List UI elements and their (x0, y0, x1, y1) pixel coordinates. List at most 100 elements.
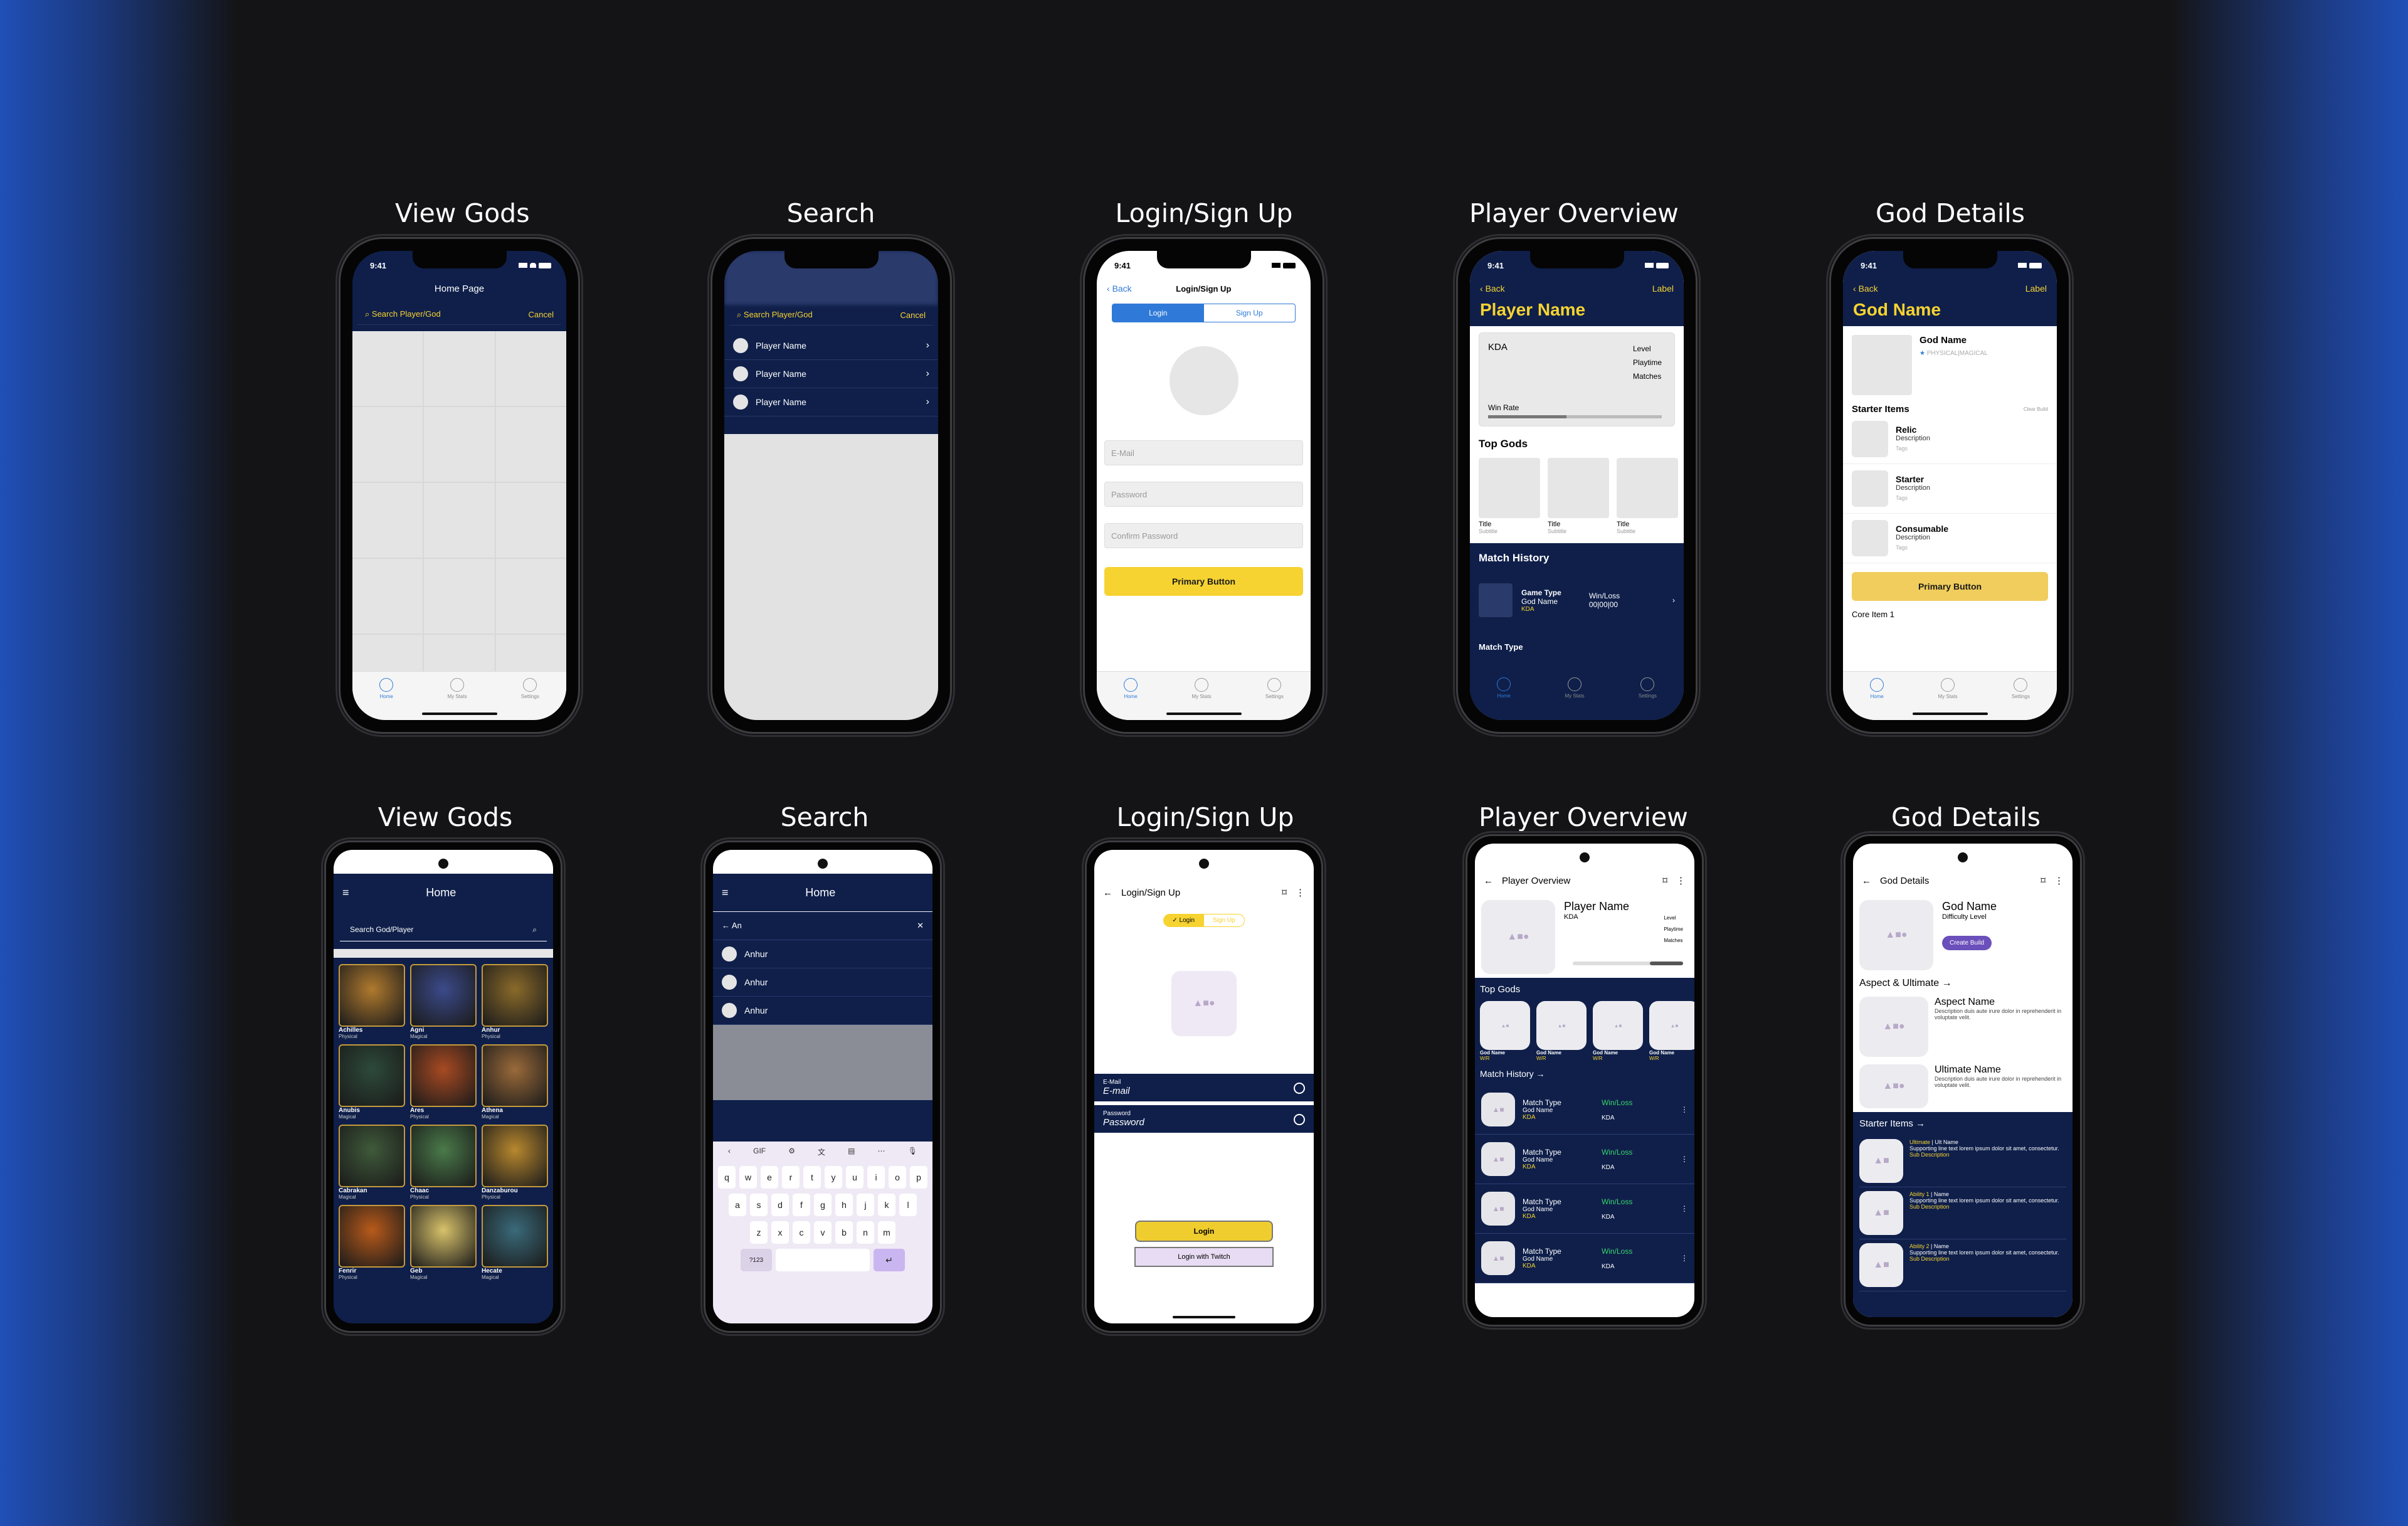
hero-card[interactable]: Cabrakan Magical (339, 1125, 405, 1200)
god-tile[interactable] (424, 559, 495, 633)
key[interactable]: c (793, 1221, 810, 1244)
starter-heading[interactable]: Starter Items → (1859, 1118, 2066, 1129)
search-result[interactable]: Player Name › (724, 332, 938, 360)
ability-row[interactable]: ▲■ Ability 2 | Name Supporting line text l… (1859, 1239, 2066, 1291)
back-arrow-icon[interactable]: ← (722, 921, 730, 930)
key[interactable]: j (857, 1194, 874, 1216)
clipboard-icon[interactable]: ▤ (848, 1147, 855, 1157)
item-row[interactable]: Starter Description Tags (1843, 464, 2057, 514)
item-row[interactable]: Consumable Description Tags (1843, 514, 2057, 563)
key[interactable]: l (899, 1194, 917, 1216)
cancel-button[interactable]: Cancel (529, 310, 554, 319)
god-tile[interactable] (352, 483, 423, 558)
top-god-card[interactable]: ▲■ God Name W/R (1593, 1001, 1643, 1061)
key[interactable]: e (761, 1166, 778, 1189)
aspect-item[interactable]: ▲■● Aspect Name Description duis aute irur… (1853, 993, 2073, 1061)
god-tile[interactable] (495, 483, 566, 558)
search-bar[interactable]: ⌕ Search Player/God Cancel (357, 304, 561, 325)
chevron-left-icon[interactable]: ‹ (728, 1147, 731, 1157)
bookmark-icon[interactable]: ⌑ (1662, 875, 1667, 886)
key[interactable]: x (771, 1221, 789, 1244)
god-tile[interactable] (352, 559, 423, 633)
primary-button[interactable]: Primary Button (1852, 572, 2048, 601)
key[interactable]: m (878, 1221, 895, 1244)
mic-icon[interactable]: 🎙 (908, 1147, 917, 1157)
email-field[interactable]: E-Mail (1104, 440, 1303, 465)
translate-icon[interactable]: 文 (818, 1147, 825, 1157)
god-tile[interactable] (352, 407, 423, 482)
match-row[interactable]: ▲■ Match Type God Name KDA Win/Loss KDA ⋮ (1475, 1085, 1694, 1135)
key[interactable]: v (814, 1221, 832, 1244)
toggle-login[interactable]: ✓ Login (1163, 914, 1204, 927)
key[interactable]: w (739, 1166, 757, 1189)
key[interactable]: f (793, 1194, 810, 1216)
more-icon[interactable]: ⋮ (1681, 1155, 1688, 1163)
clear-icon[interactable] (1294, 1083, 1305, 1094)
label-button[interactable]: Label (1652, 283, 1674, 294)
match-row[interactable]: ▲■ Match Type God Name KDA Win/Loss KDA ⋮ (1475, 1234, 1694, 1283)
key[interactable]: t (803, 1166, 821, 1189)
back-button[interactable]: ‹ Back (1480, 283, 1505, 294)
hero-card[interactable]: Hecate Magical (482, 1205, 548, 1280)
password-field[interactable]: Password Password (1094, 1105, 1314, 1133)
back-button[interactable]: ‹ Back (1853, 283, 1878, 294)
key[interactable]: g (814, 1194, 832, 1216)
tab-settings[interactable]: Settings (521, 678, 539, 699)
tab-my-stats[interactable]: My Stats (1565, 677, 1585, 699)
bookmark-icon[interactable]: ⌑ (1282, 887, 1287, 898)
back-arrow-icon[interactable]: ← (1103, 888, 1112, 898)
key[interactable]: d (771, 1194, 789, 1216)
more-icon[interactable]: ⋮ (1676, 875, 1686, 886)
numbers-key[interactable]: ?123 (741, 1249, 772, 1271)
ability-row[interactable]: ▲■ Ultimate | Ult Name Supporting line tex… (1859, 1135, 2066, 1187)
key[interactable]: u (846, 1166, 863, 1189)
label-button[interactable]: Label (2025, 283, 2047, 294)
more-icon[interactable]: ⋮ (1681, 1105, 1688, 1114)
hero-card[interactable]: Chaac Physical (410, 1125, 477, 1200)
top-god-card[interactable]: Title Subtitle (1548, 458, 1609, 534)
god-tile[interactable] (424, 483, 495, 558)
key[interactable]: a (729, 1194, 746, 1216)
hero-card[interactable]: Danzaburou Physical (482, 1125, 548, 1200)
key[interactable]: k (878, 1194, 895, 1216)
match-row[interactable]: ▲■ Match Type God Name KDA Win/Loss KDA ⋮ (1475, 1184, 1694, 1234)
god-tile[interactable] (352, 331, 423, 406)
password-field[interactable]: Password (1104, 482, 1303, 507)
match-row[interactable]: Match Type (1479, 642, 1675, 652)
top-god-card[interactable]: ▲■ God Name W/R (1649, 1001, 1694, 1061)
match-row[interactable]: ▲■ Match Type God Name KDA Win/Loss KDA ⋮ (1475, 1135, 1694, 1184)
item-row[interactable]: Relic Description Tags (1843, 415, 2057, 464)
top-god-card[interactable]: ▲■ God Name W/R (1480, 1001, 1530, 1061)
search-input[interactable]: ⌕ Search Player/God (365, 309, 441, 319)
top-god-card[interactable]: Title Subtitle (1479, 458, 1540, 534)
tab-home[interactable]: Home (1870, 678, 1884, 699)
match-row[interactable]: Game Type God Name KDA Win/Loss 00|00|00 › (1479, 583, 1675, 617)
search-result[interactable]: Player Name › (724, 388, 938, 416)
key[interactable]: h (835, 1194, 853, 1216)
menu-icon[interactable]: ≡ (342, 886, 349, 899)
gif-button[interactable]: GIF (753, 1147, 766, 1157)
space-key[interactable] (776, 1249, 870, 1271)
god-tile[interactable] (495, 559, 566, 633)
search-result[interactable]: Anhur (713, 997, 932, 1025)
aspect-heading[interactable]: Aspect & Ultimate → (1853, 974, 2073, 993)
key[interactable]: i (867, 1166, 885, 1189)
hero-card[interactable]: Agni Magical (410, 964, 477, 1039)
hero-card[interactable]: Athena Magical (482, 1044, 548, 1120)
search-input[interactable]: ⌕ Search Player/God (737, 310, 813, 320)
clear-icon[interactable]: ✕ (917, 921, 924, 931)
search-bar[interactable]: ⌕ Search Player/God Cancel (729, 305, 933, 326)
back-button[interactable]: ‹ Back (1107, 283, 1132, 294)
menu-icon[interactable]: ≡ (722, 886, 729, 899)
confirm-password-field[interactable]: Confirm Password (1104, 523, 1303, 548)
god-tile[interactable] (424, 407, 495, 482)
tab-login[interactable]: Login (1112, 304, 1204, 322)
back-arrow-icon[interactable]: ← (1862, 876, 1871, 886)
hero-card[interactable]: Ares Physical (410, 1044, 477, 1120)
tab-signup[interactable]: Sign Up (1204, 304, 1296, 322)
top-god-card[interactable]: Title Subtitle (1617, 458, 1678, 534)
twitch-login-button[interactable]: Login with Twitch (1134, 1247, 1274, 1267)
tab-home[interactable]: Home (1124, 678, 1138, 699)
key[interactable]: r (782, 1166, 800, 1189)
tab-home[interactable]: Home (1497, 677, 1511, 699)
